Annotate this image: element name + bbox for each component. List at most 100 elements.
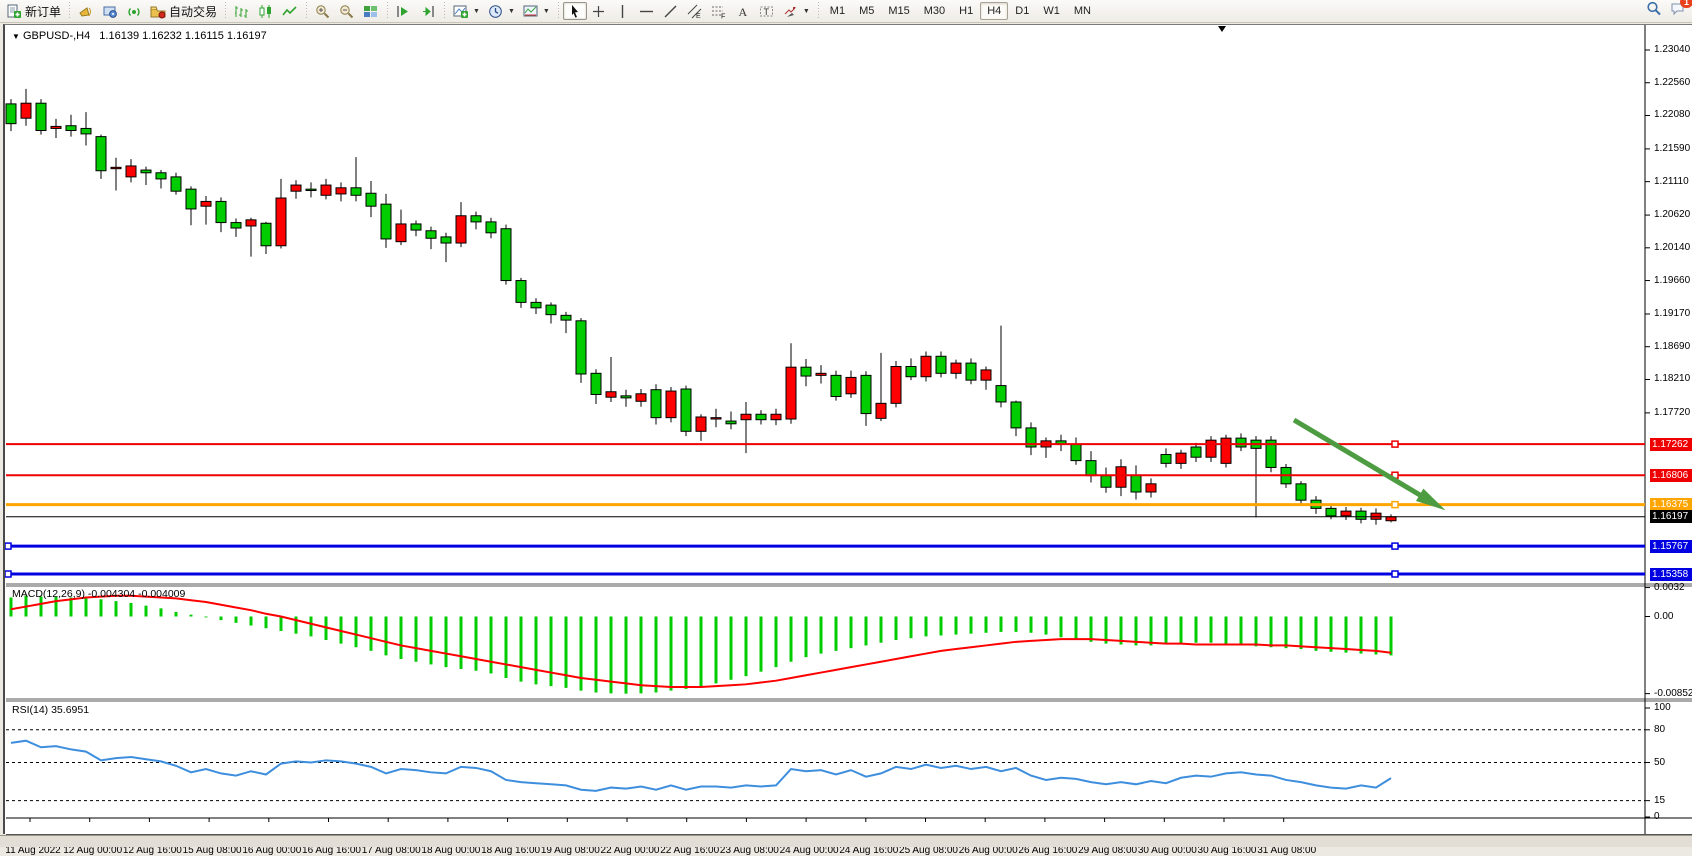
zoom-in-button[interactable] [311,2,335,20]
candle-body-down[interactable] [756,414,766,419]
line-chart-button[interactable] [278,2,302,20]
candle-body-down[interactable] [801,367,811,376]
candle-body-up[interactable] [891,367,901,404]
candle-body-down[interactable] [1086,461,1096,476]
chevron-down-icon[interactable]: ▼ [508,8,515,15]
chevron-down-icon[interactable]: ▼ [803,8,810,15]
candle-body-down[interactable] [501,229,511,281]
candle-body-down[interactable] [966,363,976,380]
timeframe-button-m1[interactable]: M1 [823,2,852,20]
candle-body-down[interactable] [141,170,151,173]
candle-body-down[interactable] [366,193,376,206]
candle-body-down[interactable] [486,222,496,233]
candle-body-down[interactable] [1236,438,1246,447]
candle-body-down[interactable] [561,315,571,320]
arrows-button[interactable]: ▼ [779,2,814,20]
hline-button[interactable] [635,2,659,20]
candle-body-down[interactable] [651,390,661,418]
candle-body-down[interactable] [516,281,526,303]
line-drag-handle[interactable] [1392,441,1398,447]
candle-body-up[interactable] [291,185,301,191]
market-watch-button[interactable] [98,2,122,20]
zoom-out-button[interactable] [335,2,359,20]
chevron-down-icon[interactable]: ▼ [543,8,550,15]
candle-body-up[interactable] [876,403,886,418]
signal-button[interactable] [122,2,146,20]
candle-body-up[interactable] [111,167,121,168]
timeframe-button-d1[interactable]: D1 [1008,2,1036,20]
candle-body-up[interactable] [921,356,931,376]
candle-body-up[interactable] [246,220,256,226]
candle-body-up[interactable] [1386,517,1396,521]
candle-body-up[interactable] [846,377,856,393]
candle-body-down[interactable] [81,128,91,133]
new-order-button[interactable]: 新订单 [2,2,65,20]
candle-body-down[interactable] [591,373,601,394]
candle-body-down[interactable] [681,389,691,431]
candle-body-up[interactable] [666,391,676,418]
candle-body-up[interactable] [21,103,31,118]
candle-body-down[interactable] [726,421,736,424]
candle-body-up[interactable] [1116,467,1126,487]
candle-body-down[interactable] [261,223,271,246]
candle-body-up[interactable] [606,392,616,397]
candle-body-down[interactable] [1131,475,1141,492]
chart-symbol-title[interactable]: ▼ GBPUSD-,H4 1.16139 1.16232 1.16115 1.1… [12,30,267,42]
candle-body-up[interactable] [201,201,211,206]
candle-body-down[interactable] [831,375,841,396]
candle-body-up[interactable] [1221,438,1231,463]
candle-body-up[interactable] [711,418,721,419]
candle-body-up[interactable] [321,185,331,195]
candle-body-down[interactable] [6,104,16,124]
timeframe-button-w1[interactable]: W1 [1036,2,1067,20]
periods-button[interactable]: ▼ [484,2,519,20]
candle-body-up[interactable] [816,373,826,375]
candle-body-down[interactable] [531,302,541,307]
indicators-button[interactable]: ▼ [449,2,484,20]
candle-body-down[interactable] [441,237,451,243]
price-chart-canvas[interactable] [5,25,1692,835]
line-drag-handle[interactable] [1392,543,1398,549]
candle-body-up[interactable] [741,414,751,419]
candle-body-up[interactable] [1206,440,1216,457]
fibo-button[interactable]: F [707,2,731,20]
line-drag-handle[interactable] [1392,502,1398,508]
candle-body-up[interactable] [1371,513,1381,519]
candle-body-up[interactable] [396,224,406,242]
candle-body-up[interactable] [786,367,796,419]
candle-body-down[interactable] [936,356,946,373]
candle-body-down[interactable] [576,321,586,374]
candle-body-up[interactable] [126,166,136,177]
vline-button[interactable] [611,2,635,20]
timeframe-button-m30[interactable]: M30 [917,2,952,20]
candle-body-up[interactable] [276,198,286,246]
candle-body-down[interactable] [1101,476,1111,488]
line-drag-handle[interactable] [5,543,11,549]
candle-body-down[interactable] [231,223,241,228]
candle-chart-button[interactable] [254,2,278,20]
candle-body-down[interactable] [471,216,481,222]
candle-body-down[interactable] [171,177,181,191]
chat-button[interactable]: 1 [1670,1,1686,21]
candle-body-down[interactable] [36,103,46,130]
candle-body-up[interactable] [456,216,466,243]
autotrade-button[interactable]: 自动交易 [146,2,221,20]
candle-body-down[interactable] [411,224,421,230]
candle-body-up[interactable] [696,417,706,431]
candle-body-down[interactable] [216,201,226,222]
candle-body-up[interactable] [636,394,646,402]
tile-windows-button[interactable] [359,2,383,20]
candle-body-down[interactable] [381,204,391,239]
line-drag-handle[interactable] [1392,571,1398,577]
candle-body-down[interactable] [1296,484,1306,500]
candle-body-down[interactable] [186,189,196,209]
templates-button[interactable]: ▼ [519,2,554,20]
timeframe-button-h1[interactable]: H1 [952,2,980,20]
candle-body-down[interactable] [351,188,361,196]
timeframe-button-h4[interactable]: H4 [980,2,1008,20]
candle-body-down[interactable] [546,305,556,315]
candle-body-up[interactable] [1341,511,1351,516]
candle-body-down[interactable] [621,396,631,398]
crosshair-button[interactable] [587,2,611,20]
candle-body-up[interactable] [981,370,991,380]
